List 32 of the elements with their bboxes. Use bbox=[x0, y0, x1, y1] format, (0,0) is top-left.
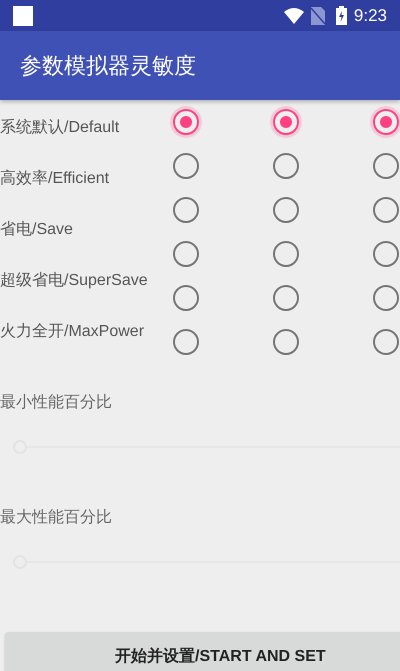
radio-button[interactable] bbox=[373, 329, 399, 355]
radio-button[interactable] bbox=[373, 285, 399, 311]
no-sim-icon bbox=[310, 6, 325, 24]
radio-button[interactable] bbox=[273, 329, 299, 355]
radio-button[interactable] bbox=[173, 153, 199, 179]
radio-button[interactable] bbox=[373, 153, 399, 179]
status-time: 9:23 bbox=[354, 4, 387, 27]
notification-icon bbox=[13, 6, 33, 26]
radio-button[interactable] bbox=[273, 197, 299, 223]
start-button[interactable]: 开始并设置/START AND SET bbox=[5, 632, 400, 671]
radio-button[interactable] bbox=[173, 109, 199, 135]
mode-label: 超级省电/SuperSave bbox=[0, 270, 148, 290]
radio-button[interactable] bbox=[273, 109, 299, 135]
mode-label: 火力全开/MaxPower bbox=[0, 322, 144, 342]
radio-button[interactable] bbox=[373, 197, 399, 223]
mode-label: 高效率/Efficient bbox=[0, 168, 110, 188]
mode-label: 省电/Save bbox=[0, 220, 73, 240]
radio-button[interactable] bbox=[173, 197, 199, 223]
wifi-icon bbox=[284, 8, 304, 24]
radio-button[interactable] bbox=[173, 329, 199, 355]
app-title: 参数模拟器灵敏度 bbox=[20, 52, 196, 80]
radio-button[interactable] bbox=[373, 241, 399, 267]
radio-button[interactable] bbox=[273, 241, 299, 267]
battery-charging-icon bbox=[336, 6, 347, 25]
radio-button[interactable] bbox=[373, 109, 399, 135]
slider-label: 最大性能百分比 bbox=[0, 508, 113, 528]
radio-button[interactable] bbox=[273, 153, 299, 179]
radio-button[interactable] bbox=[273, 285, 299, 311]
slider-label: 最小性能百分比 bbox=[0, 392, 113, 413]
mode-label: 系统默认/Default bbox=[0, 118, 120, 138]
radio-button[interactable] bbox=[173, 285, 199, 311]
radio-button[interactable] bbox=[173, 241, 199, 267]
